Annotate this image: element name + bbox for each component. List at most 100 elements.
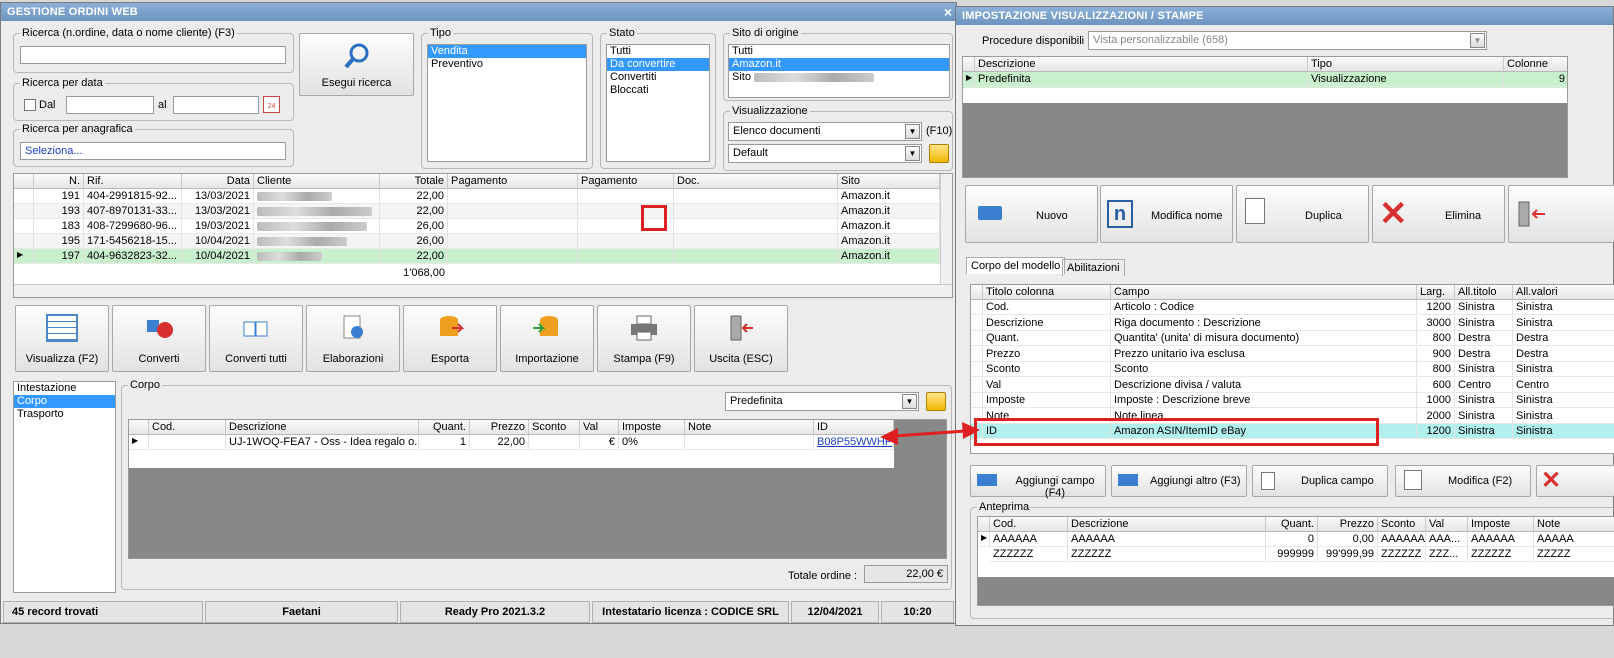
scrollbar-vertical[interactable] [940, 174, 952, 284]
table-row[interactable]: Sconto Sconto 800 Sinistra Sinistra [971, 362, 1614, 377]
anagrafica-legend: Ricerca per anagrafica [20, 123, 135, 135]
table-header[interactable]: Sconto [529, 420, 580, 435]
table-header[interactable]: N. [34, 174, 84, 189]
section-item[interactable]: Intestazione [14, 382, 115, 395]
stato-item[interactable]: Convertiti [607, 71, 709, 84]
table-row[interactable]: 191 404-2991815-92... 13/03/2021 22,00 A… [14, 189, 940, 204]
delete-button[interactable]: ✕ Elimina [1372, 185, 1505, 243]
table-header[interactable]: Note [1534, 517, 1614, 532]
sito-item[interactable]: Tutti [729, 45, 949, 58]
processing-button-label: Elaborazioni [322, 353, 384, 365]
import-button[interactable]: Importazione [500, 305, 594, 372]
close-icon[interactable]: × [944, 4, 952, 20]
edit-field-button[interactable]: Modifica (F2) [1395, 465, 1531, 497]
preset-select[interactable]: Default ▼ [728, 144, 922, 163]
print-button[interactable]: Stampa (F9) [597, 305, 691, 372]
delete-field-button[interactable]: ✕ [1536, 465, 1614, 497]
table-header[interactable]: Titolo colonna [983, 285, 1111, 300]
exit-button[interactable]: Uscita (ESC) [694, 305, 788, 372]
new-button-label: Nuovo [1036, 210, 1068, 222]
rename-button[interactable]: n Modifica nome [1100, 185, 1233, 243]
anagrafica-input[interactable]: Seleziona... [20, 142, 286, 160]
sito-item[interactable]: Amazon.it [729, 58, 949, 71]
export-button[interactable]: Esporta [403, 305, 497, 372]
table-row[interactable]: Cod. Articolo : Codice 1200 Sinistra Sinistr… [971, 300, 1614, 315]
table-header[interactable]: Descrizione [1068, 517, 1266, 532]
table-header[interactable]: Colonne [1504, 57, 1567, 72]
table-header[interactable]: Descrizione [226, 420, 419, 435]
table-row[interactable]: ▶ Predefinita Visualizzazione 9 [963, 72, 1567, 88]
procedure-select[interactable]: Vista personalizzabile (658) ▼ [1088, 31, 1487, 50]
new-button[interactable]: Nuovo [965, 185, 1098, 243]
table-header[interactable]: Pagamento [448, 174, 578, 189]
table-header[interactable]: Descrizione [975, 57, 1308, 72]
add-field-button[interactable]: Aggiungi campo (F4) [970, 465, 1106, 499]
table-header[interactable]: Prezzo [1318, 517, 1378, 532]
table-header[interactable]: Imposte [1468, 517, 1534, 532]
convert-all-button[interactable]: Converti tutti [209, 305, 303, 372]
table-header[interactable]: Prezzo [470, 420, 529, 435]
table-header[interactable]: Doc. [674, 174, 838, 189]
table-header[interactable]: Quant. [419, 420, 470, 435]
corpo-preset-select[interactable]: Predefinita ▼ [725, 392, 919, 411]
table-header[interactable]: Note [685, 420, 814, 435]
table-header[interactable]: Sito [838, 174, 940, 189]
table-row[interactable]: Imposte Imposte : Descrizione breve 1000 Si… [971, 393, 1614, 408]
table-header[interactable]: Larg. [1417, 285, 1455, 300]
calendar-icon[interactable]: 24 [263, 96, 280, 113]
visualizzazione-group: Visualizzazione Elenco documenti ▼ (F10) … [723, 105, 953, 171]
add-other-button[interactable]: Aggiungi altro (F3) [1111, 465, 1247, 497]
table-header[interactable]: Val [1426, 517, 1468, 532]
folder-icon[interactable] [926, 392, 946, 411]
table-row[interactable]: 195 171-5456218-15... 10/04/2021 26,00 A… [14, 234, 940, 249]
table-header[interactable]: Sconto [1378, 517, 1426, 532]
search-button[interactable]: Esegui ricerca [299, 33, 414, 96]
table-row[interactable]: Val Descrizione divisa / valuta 600 Centro C… [971, 377, 1614, 393]
search-input[interactable] [20, 46, 286, 64]
table-header[interactable]: All.valori [1513, 285, 1614, 300]
table-header[interactable]: Rif. [84, 174, 182, 189]
table-row[interactable]: ▶ UJ-1WOQ-FEA7 - Oss - Idea regalo o... … [129, 435, 894, 451]
view-select[interactable]: Elenco documenti ▼ [728, 122, 922, 141]
table-header[interactable]: Val [580, 420, 619, 435]
stato-item[interactable]: Tutti [607, 45, 709, 58]
table-header[interactable]: Tipo [1308, 57, 1504, 72]
tipo-item[interactable]: Vendita [428, 45, 586, 58]
stato-item[interactable]: Bloccati [607, 84, 709, 97]
table-header[interactable]: Quant. [1266, 517, 1318, 532]
exit-button[interactable] [1508, 185, 1614, 243]
to-date-input[interactable] [173, 96, 259, 114]
tab-abilitazioni[interactable]: Abilitazioni [1062, 259, 1125, 276]
table-header[interactable]: Campo [1111, 285, 1417, 300]
table-row[interactable]: 193 407-8970131-33... 13/03/2021 22,00 A… [14, 204, 940, 219]
table-header[interactable]: Imposte [619, 420, 685, 435]
table-header[interactable]: Cliente [254, 174, 380, 189]
stato-item[interactable]: Da convertire [607, 58, 709, 71]
table-header[interactable]: Cod. [149, 420, 226, 435]
table-row[interactable]: Descrizione Riga documento : Descrizione 3… [971, 315, 1614, 331]
table-header[interactable]: Data [182, 174, 254, 189]
table-header[interactable]: Pagamento [578, 174, 674, 189]
duplicate-button[interactable]: Duplica [1236, 185, 1369, 243]
section-item[interactable]: Corpo [14, 395, 115, 408]
convert-button[interactable]: Converti [112, 305, 206, 372]
table-row[interactable]: Quant. Quantita' (unita' di misura docume… [971, 331, 1614, 346]
duplicate-field-button[interactable]: Duplica campo [1252, 465, 1388, 497]
table-header[interactable]: Cod. [990, 517, 1068, 532]
tab-corpo[interactable]: Corpo del modello [966, 257, 1066, 274]
table-row[interactable]: ▶ 197 404-9632823-32... 10/04/2021 22,00… [14, 249, 940, 264]
tipo-item[interactable]: Preventivo [428, 58, 586, 71]
date-search-legend: Ricerca per data [20, 77, 105, 89]
scrollbar-horizontal[interactable] [14, 284, 952, 297]
from-date-input[interactable] [66, 96, 154, 114]
folder-icon[interactable] [929, 144, 949, 163]
table-header[interactable]: Totale [380, 174, 448, 189]
sito-item[interactable]: Sito [729, 71, 949, 84]
table-row[interactable]: Prezzo Prezzo unitario iva esclusa 900 Dest… [971, 346, 1614, 362]
from-checkbox[interactable] [24, 99, 36, 111]
table-header[interactable]: All.titolo [1455, 285, 1513, 300]
table-row[interactable]: 183 408-7299680-96... 19/03/2021 26,00 A… [14, 219, 940, 234]
section-item[interactable]: Trasporto [14, 408, 115, 421]
processing-button[interactable]: Elaborazioni [306, 305, 400, 372]
view-button[interactable]: Visualizza (F2) [15, 305, 109, 372]
